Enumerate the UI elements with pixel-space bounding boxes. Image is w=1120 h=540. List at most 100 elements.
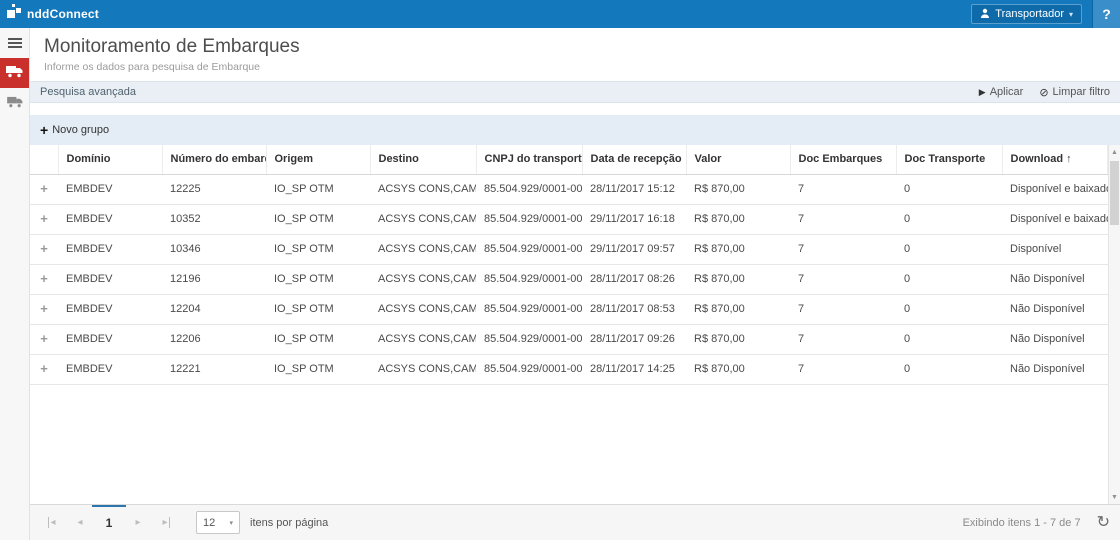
column-header-origem[interactable]: Origem xyxy=(266,145,370,174)
apply-filter-button[interactable]: ▶ Aplicar xyxy=(979,86,1024,99)
cell-dominio: EMBDEV xyxy=(58,234,162,264)
cell-dominio: EMBDEV xyxy=(58,204,162,234)
cell-origem: IO_SP OTM xyxy=(266,354,370,384)
column-header-valor[interactable]: Valor xyxy=(686,145,790,174)
cell-data-recepcao: 28/11/2017 08:53 xyxy=(582,294,686,324)
cell-destino: ACSYS CONS,CAMPINAS... xyxy=(370,234,476,264)
cell-origem: IO_SP OTM xyxy=(266,234,370,264)
column-header-doc-embarques[interactable]: Doc Embarques xyxy=(790,145,896,174)
expand-row-button[interactable]: + xyxy=(40,362,48,375)
cell-doc-transporte: 0 xyxy=(896,324,1002,354)
column-header-cnpj-transportador[interactable]: CNPJ do transportador xyxy=(476,145,582,174)
embarques-table: Domínio Número do embarque Origem Destin… xyxy=(30,145,1108,385)
expand-row-button[interactable]: + xyxy=(40,332,48,345)
pager-last-button[interactable]: ▸ xyxy=(154,511,178,535)
cell-data-recepcao: 28/11/2017 08:26 xyxy=(582,264,686,294)
expand-row-button[interactable]: + xyxy=(40,182,48,195)
clear-filter-label: Limpar filtro xyxy=(1053,86,1110,98)
cell-download: Não Disponível xyxy=(1002,354,1108,384)
table-row[interactable]: + EMBDEV 12204 IO_SP OTM ACSYS CONS,CAMP… xyxy=(30,294,1108,324)
seek-first-icon: ◂ xyxy=(48,517,55,528)
table-row[interactable]: + EMBDEV 12225 IO_SP OTM ACSYS CONS,CAMP… xyxy=(30,174,1108,204)
filter-actions: ▶ Aplicar ⊘ Limpar filtro xyxy=(979,86,1110,99)
cell-valor: R$ 870,00 xyxy=(686,294,790,324)
column-header-download[interactable]: Download↑ xyxy=(1002,145,1108,174)
brand-name: nddConnect xyxy=(27,7,99,21)
cell-doc-embarques: 7 xyxy=(790,204,896,234)
cell-numero-embarque: 12225 xyxy=(162,174,266,204)
table-row[interactable]: + EMBDEV 10352 IO_SP OTM ACSYS CONS,CAMP… xyxy=(30,204,1108,234)
user-menu-button[interactable]: Transportador ▾ xyxy=(971,4,1082,24)
vertical-scrollbar[interactable]: ▲ ▼ xyxy=(1108,145,1120,504)
scroll-down-icon[interactable]: ▼ xyxy=(1109,490,1120,504)
expand-row-button[interactable]: + xyxy=(40,212,48,225)
column-header-destino[interactable]: Destino xyxy=(370,145,476,174)
pager-next-button[interactable]: ▸ xyxy=(126,511,150,535)
topbar-right: Transportador ▾ ? xyxy=(971,0,1120,28)
chevron-down-icon: ▾ xyxy=(229,519,233,527)
cell-doc-embarques: 7 xyxy=(790,294,896,324)
hamburger-icon xyxy=(8,42,22,44)
column-label: Destino xyxy=(379,153,419,165)
cell-numero-embarque: 10352 xyxy=(162,204,266,234)
cell-numero-embarque: 10346 xyxy=(162,234,266,264)
cell-valor: R$ 870,00 xyxy=(686,324,790,354)
cell-valor: R$ 870,00 xyxy=(686,234,790,264)
page-size-select[interactable]: 12 ▾ xyxy=(196,511,240,534)
scroll-up-icon[interactable]: ▲ xyxy=(1109,145,1120,159)
column-label: Número do embarque xyxy=(171,153,267,165)
truck-outline-icon xyxy=(7,96,23,111)
column-header-numero-embarque[interactable]: Número do embarque xyxy=(162,145,266,174)
table-row[interactable]: + EMBDEV 10346 IO_SP OTM ACSYS CONS,CAMP… xyxy=(30,234,1108,264)
table-row[interactable]: + EMBDEV 12206 IO_SP OTM ACSYS CONS,CAMP… xyxy=(30,324,1108,354)
cell-origem: IO_SP OTM xyxy=(266,324,370,354)
top-bar: nddConnect Transportador ▾ ? xyxy=(0,0,1120,28)
cell-destino: ACSYS CONS,CAMPINAS... xyxy=(370,324,476,354)
refresh-button[interactable]: ↻ xyxy=(1097,515,1110,531)
cell-dominio: EMBDEV xyxy=(58,264,162,294)
advanced-search-title: Pesquisa avançada xyxy=(40,86,136,98)
cell-data-recepcao: 28/11/2017 14:25 xyxy=(582,354,686,384)
pager-page-1-button[interactable]: 1 xyxy=(96,511,122,535)
cell-destino: ACSYS CONS,CAMPINAS... xyxy=(370,294,476,324)
expand-row-button[interactable]: + xyxy=(40,242,48,255)
plus-icon: + xyxy=(40,123,48,137)
app-window: nddConnect Transportador ▾ ? xyxy=(0,0,1120,540)
clear-filter-button[interactable]: ⊘ Limpar filtro xyxy=(1039,86,1110,99)
column-header-dominio[interactable]: Domínio xyxy=(58,145,162,174)
cell-cnpj: 85.504.929/0001-00 xyxy=(476,234,582,264)
page-head: Monitoramento de Embarques Informe os da… xyxy=(30,28,1120,81)
cell-data-recepcao: 29/11/2017 16:18 xyxy=(582,204,686,234)
brand: nddConnect xyxy=(7,4,99,24)
cell-data-recepcao: 28/11/2017 15:12 xyxy=(582,174,686,204)
expand-row-button[interactable]: + xyxy=(40,302,48,315)
advanced-search-panel-header[interactable]: Pesquisa avançada ▶ Aplicar ⊘ Limpar fil… xyxy=(30,81,1120,103)
cell-origem: IO_SP OTM xyxy=(266,204,370,234)
page-title: Monitoramento de Embarques xyxy=(44,36,1106,58)
column-header-data-recepcao[interactable]: Data de recepção↑ xyxy=(582,145,686,174)
cell-numero-embarque: 12196 xyxy=(162,264,266,294)
column-label: Valor xyxy=(695,153,722,165)
sidebar-item-monitoramento-embarques[interactable] xyxy=(0,58,29,88)
column-header-doc-transporte[interactable]: Doc Transporte xyxy=(896,145,1002,174)
cell-valor: R$ 870,00 xyxy=(686,264,790,294)
shell: Monitoramento de Embarques Informe os da… xyxy=(0,28,1120,540)
cell-doc-transporte: 0 xyxy=(896,354,1002,384)
cell-numero-embarque: 12204 xyxy=(162,294,266,324)
cell-numero-embarque: 12221 xyxy=(162,354,266,384)
grouping-toolbar: + Novo grupo xyxy=(30,115,1120,145)
pager: ◂ ◂ 1 ▸ ▸ 12 ▾ itens por página Exibindo… xyxy=(30,504,1120,540)
table-row[interactable]: + EMBDEV 12196 IO_SP OTM ACSYS CONS,CAMP… xyxy=(30,264,1108,294)
cell-dominio: EMBDEV xyxy=(58,294,162,324)
cell-doc-embarques: 7 xyxy=(790,174,896,204)
cell-doc-embarques: 7 xyxy=(790,264,896,294)
table-row[interactable]: + EMBDEV 12221 IO_SP OTM ACSYS CONS,CAMP… xyxy=(30,354,1108,384)
new-group-button[interactable]: + Novo grupo xyxy=(40,123,109,137)
scrollbar-thumb[interactable] xyxy=(1110,161,1119,225)
pager-prev-button[interactable]: ◂ xyxy=(68,511,92,535)
help-button[interactable]: ? xyxy=(1092,0,1120,28)
menu-toggle-button[interactable] xyxy=(0,28,29,58)
sidebar-item-transportes[interactable] xyxy=(0,88,29,118)
pager-first-button[interactable]: ◂ xyxy=(40,511,64,535)
expand-row-button[interactable]: + xyxy=(40,272,48,285)
